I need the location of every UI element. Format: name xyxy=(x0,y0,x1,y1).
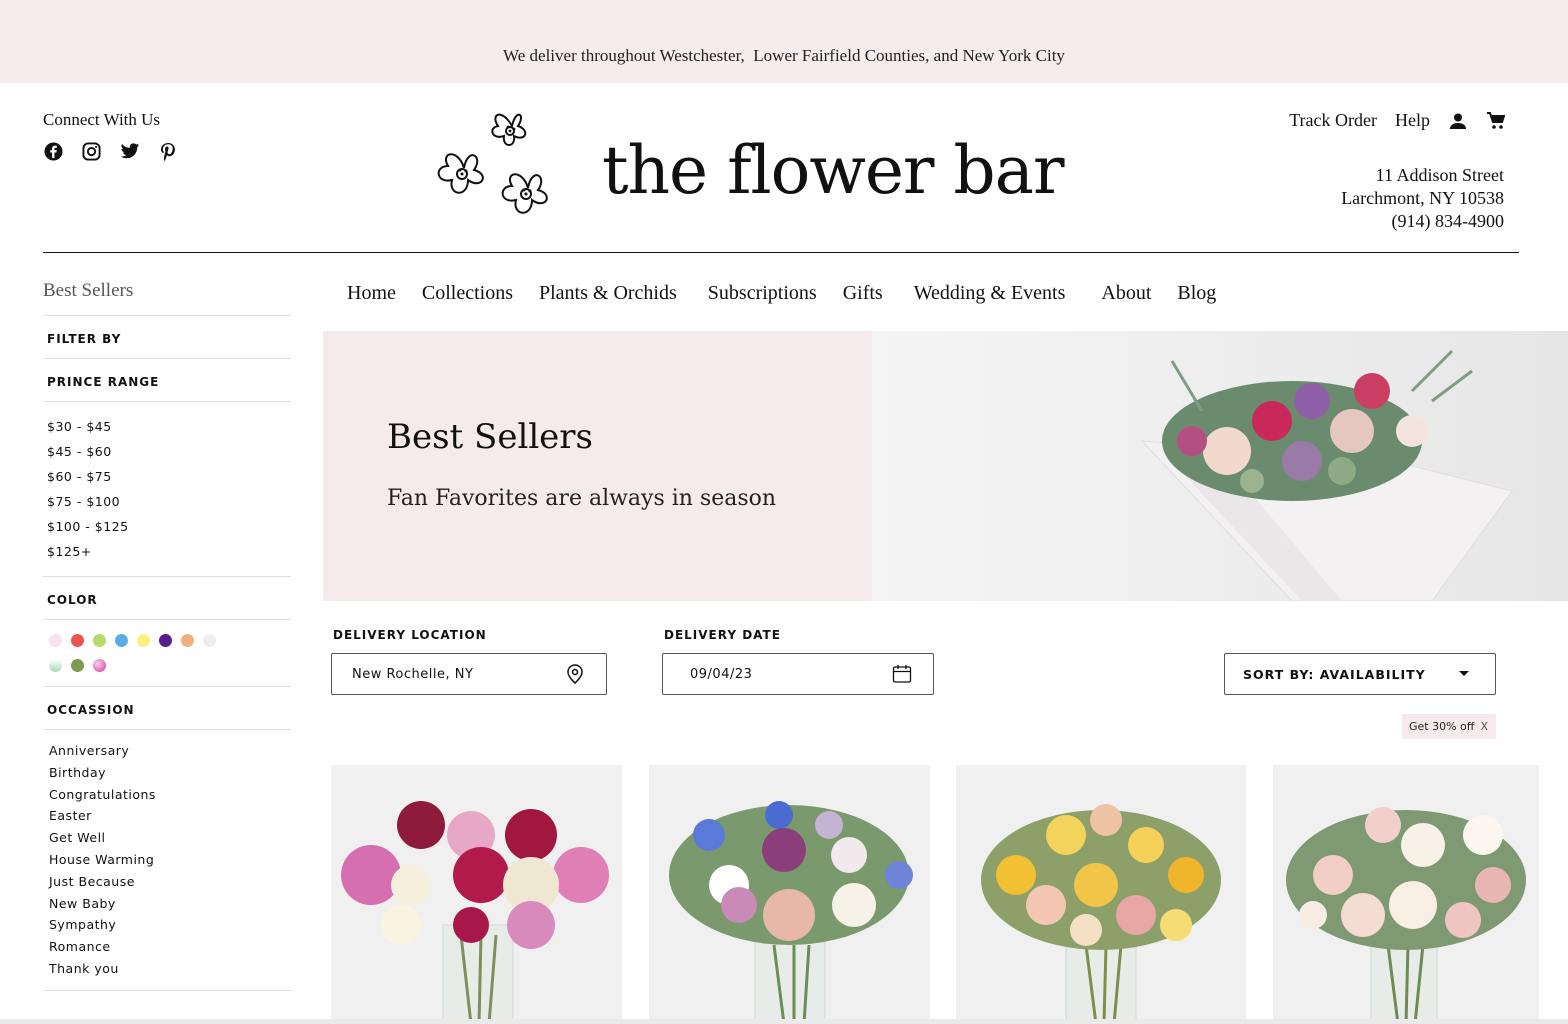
occasion-option[interactable]: Romance xyxy=(49,936,287,958)
color-swatches xyxy=(43,620,291,687)
phone-number[interactable]: (914) 834-4900 xyxy=(1341,210,1504,233)
promo-close-button[interactable]: X xyxy=(1480,720,1488,733)
facebook-icon[interactable] xyxy=(43,141,64,162)
occasion-option[interactable]: Easter xyxy=(49,805,287,827)
product-card[interactable] xyxy=(331,765,622,1024)
nav-subscriptions[interactable]: Subscriptions xyxy=(708,282,817,305)
nav-collections[interactable]: Collections xyxy=(422,282,513,305)
sidebar-title: Best Sellers xyxy=(43,280,291,316)
color-swatch[interactable] xyxy=(49,634,62,647)
occasion-option[interactable]: New Baby xyxy=(49,893,287,915)
hero-bouquet-image xyxy=(872,331,1568,601)
color-swatch[interactable] xyxy=(49,659,62,672)
product-image xyxy=(341,801,609,1024)
top-navigation: Track Order Help xyxy=(1289,110,1506,131)
help-link[interactable]: Help xyxy=(1395,110,1430,131)
instagram-icon[interactable] xyxy=(81,141,102,162)
occasion-heading: OCCASSION xyxy=(43,687,291,730)
address-line-1: 11 Addison Street xyxy=(1375,165,1504,185)
product-image xyxy=(1286,807,1526,1024)
product-card[interactable] xyxy=(956,765,1246,1024)
color-swatch[interactable] xyxy=(159,634,172,647)
location-pin-icon xyxy=(564,663,586,685)
product-card[interactable] xyxy=(1273,765,1539,1024)
price-option[interactable]: $45 - $60 xyxy=(47,439,287,464)
occasion-option[interactable]: Anniversary xyxy=(49,740,287,762)
color-swatch[interactable] xyxy=(71,634,84,647)
connect-title: Connect With Us xyxy=(43,110,161,129)
nav-blog[interactable]: Blog xyxy=(1177,282,1216,305)
price-option[interactable]: $100 - $125 xyxy=(47,514,287,539)
price-range-heading: PRINCE RANGE xyxy=(43,359,291,402)
hero-text-panel xyxy=(323,331,872,601)
cart-icon[interactable] xyxy=(1486,111,1506,131)
color-row xyxy=(49,659,285,672)
sort-value: SORT BY: AVAILABILITY xyxy=(1243,666,1426,682)
color-swatch[interactable] xyxy=(137,634,150,647)
color-swatch[interactable] xyxy=(181,634,194,647)
header-divider xyxy=(43,252,1519,253)
color-swatch[interactable] xyxy=(93,659,106,672)
social-links xyxy=(43,141,178,162)
price-option[interactable]: $60 - $75 xyxy=(47,464,287,489)
color-heading: COLOR xyxy=(43,577,291,620)
color-swatch[interactable] xyxy=(115,634,128,647)
color-swatch[interactable] xyxy=(71,659,84,672)
occasion-option[interactable]: Thank you xyxy=(49,958,287,980)
nav-wedding-events[interactable]: Wedding & Events xyxy=(914,282,1066,305)
promo-text: Get 30% off xyxy=(1409,720,1475,733)
occasion-option[interactable]: Sympathy xyxy=(49,914,287,936)
occasion-option[interactable]: House Warming xyxy=(49,849,287,871)
color-swatch[interactable] xyxy=(203,634,216,647)
occasion-option[interactable]: Get Well xyxy=(49,827,287,849)
announcement-bar: We deliver throughout Westchester, Lower… xyxy=(0,0,1568,83)
brand-name: the flower bar xyxy=(602,132,1065,209)
delivery-date-field[interactable]: 09/04/23 xyxy=(662,653,934,695)
color-swatch[interactable] xyxy=(93,634,106,647)
flower-logo-icon xyxy=(437,113,548,214)
nav-gifts[interactable]: Gifts xyxy=(843,282,883,305)
occasion-list: Anniversary Birthday Congratulations Eas… xyxy=(43,730,293,991)
main-navigation: Home Collections Plants & Orchids Subscr… xyxy=(347,282,1216,305)
twitter-icon[interactable] xyxy=(119,141,140,162)
delivery-location-label: DELIVERY LOCATION xyxy=(333,628,487,642)
filter-sidebar: Best Sellers FILTER BY PRINCE RANGE $30 … xyxy=(43,280,293,991)
address-line-2: Larchmont, NY 10538 xyxy=(1341,188,1504,208)
delivery-location-field[interactable]: New Rochelle, NY xyxy=(331,653,607,695)
hero-title: Best Sellers xyxy=(387,417,594,457)
chevron-down-icon xyxy=(1453,663,1475,685)
track-order-link[interactable]: Track Order xyxy=(1289,110,1377,131)
account-icon[interactable] xyxy=(1448,111,1468,131)
hero-banner: Best Sellers Fan Favorites are always in… xyxy=(323,331,1568,601)
sort-dropdown[interactable]: SORT BY: AVAILABILITY xyxy=(1224,653,1496,695)
product-image xyxy=(981,804,1221,1024)
nav-plants-orchids[interactable]: Plants & Orchids xyxy=(539,282,677,305)
nav-about[interactable]: About xyxy=(1101,282,1151,305)
color-row xyxy=(49,634,285,647)
store-address: 11 Addison Street Larchmont, NY 10538 (9… xyxy=(1341,164,1504,233)
brand-logo[interactable]: the flower bar xyxy=(432,106,1065,228)
price-option[interactable]: $75 - $100 xyxy=(47,489,287,514)
product-card[interactable] xyxy=(649,765,930,1024)
nav-home[interactable]: Home xyxy=(347,282,396,305)
occasion-option[interactable]: Birthday xyxy=(49,762,287,784)
calendar-icon xyxy=(891,663,913,685)
page-bottom-strip xyxy=(0,1019,1568,1024)
product-image xyxy=(669,801,913,1024)
pinterest-icon[interactable] xyxy=(157,141,178,162)
price-option[interactable]: $125+ xyxy=(47,539,287,564)
delivery-date-label: DELIVERY DATE xyxy=(664,628,781,642)
delivery-date-value: 09/04/23 xyxy=(690,666,753,682)
delivery-location-value: New Rochelle, NY xyxy=(352,666,474,682)
price-range-list: $30 - $45 $45 - $60 $60 - $75 $75 - $100… xyxy=(43,402,291,577)
filter-by-heading: FILTER BY xyxy=(43,316,291,359)
occasion-option[interactable]: Just Because xyxy=(49,871,287,893)
promo-badge[interactable]: Get 30% off X xyxy=(1402,714,1496,739)
occasion-option[interactable]: Congratulations xyxy=(49,784,287,806)
announcement-text: We deliver throughout Westchester, Lower… xyxy=(503,45,1065,65)
price-option[interactable]: $30 - $45 xyxy=(47,414,287,439)
hero-subtitle: Fan Favorites are always in season xyxy=(387,486,777,511)
